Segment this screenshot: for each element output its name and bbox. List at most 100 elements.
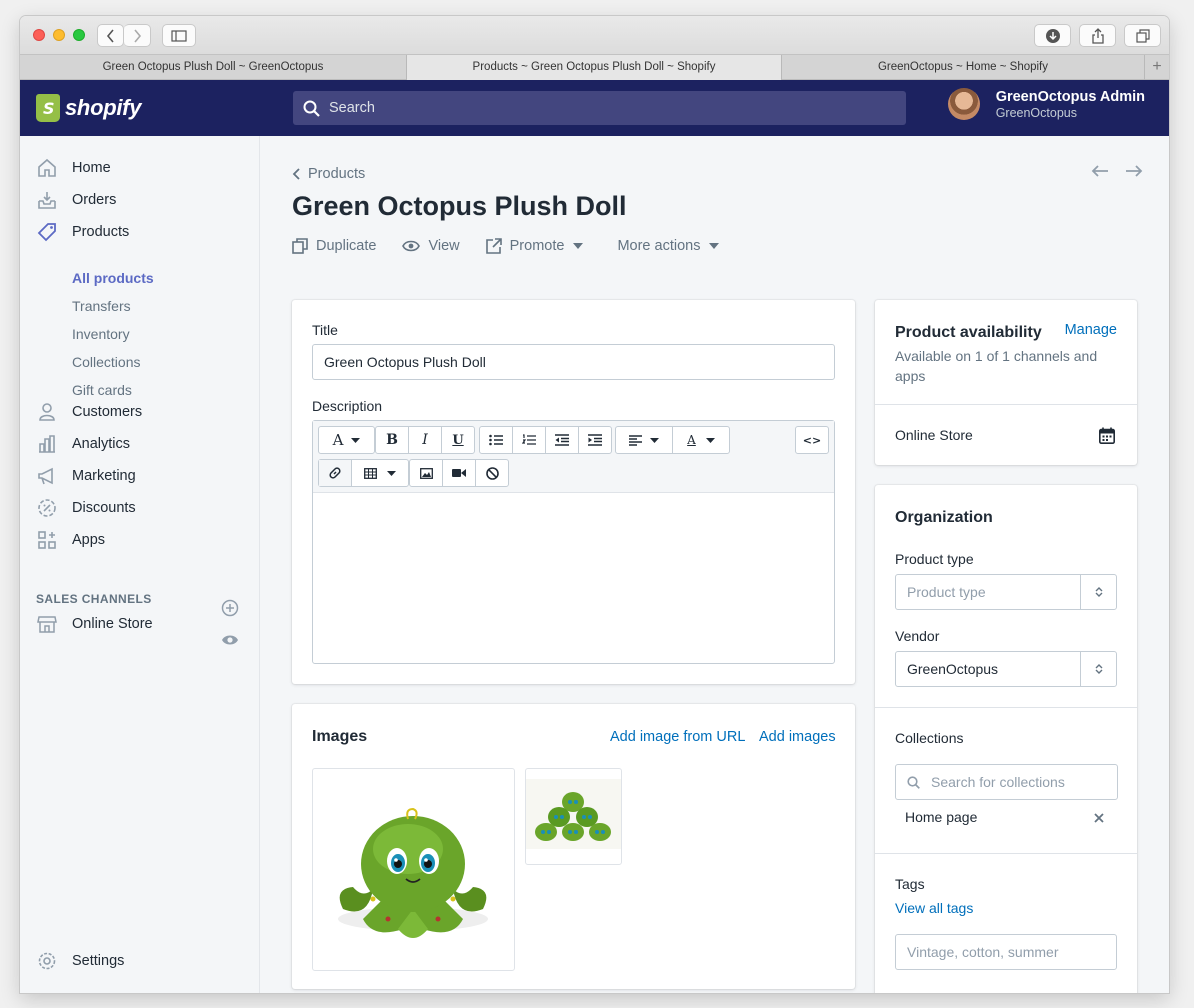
browser-tab[interactable]: GreenOctopus ~ Home ~ Shopify	[782, 55, 1145, 80]
browser-tab-active[interactable]: Products ~ Green Octopus Plush Doll ~ Sh…	[407, 55, 782, 80]
tab-label: Products ~ Green Octopus Plush Doll ~ Sh…	[472, 61, 716, 73]
sidebar-subitem-gift-cards[interactable]: Gift cards	[72, 382, 132, 398]
sales-channels-heading: SALES CHANNELS	[36, 592, 152, 606]
more-actions-button[interactable]: More actions	[617, 238, 727, 254]
add-image-from-url-link[interactable]: Add image from URL	[610, 729, 745, 745]
manage-availability-link[interactable]: Manage	[1065, 322, 1117, 338]
product-type-placeholder: Product type	[907, 584, 986, 600]
sidebar-item-label: Customers	[72, 404, 143, 420]
italic-button[interactable]: I	[409, 427, 442, 453]
share-button[interactable]	[1079, 24, 1116, 47]
add-images-link[interactable]: Add images	[759, 729, 836, 745]
sidebar-item-discounts[interactable]: Discounts	[36, 496, 136, 520]
sidebar-subitem-inventory[interactable]: Inventory	[72, 326, 130, 342]
images-card-title: Images	[312, 728, 368, 745]
insert-table-dropdown[interactable]	[352, 460, 408, 486]
apps-icon	[36, 529, 58, 551]
calendar-icon[interactable]	[1099, 427, 1115, 444]
product-availability-card: Product availability Manage Available on…	[875, 300, 1137, 465]
sidebar-item-label: Marketing	[72, 468, 136, 484]
new-tab-button[interactable]: +	[1145, 55, 1169, 79]
insert-image-button[interactable]	[410, 460, 443, 486]
tab-label: Green Octopus Plush Doll ~ GreenOctopus	[102, 61, 324, 73]
shopify-logo[interactable]: S shopify	[20, 80, 260, 136]
vendor-select[interactable]: GreenOctopus	[895, 651, 1117, 687]
title-bar	[20, 16, 1169, 54]
insert-video-button[interactable]	[443, 460, 476, 486]
remove-collection-icon[interactable]	[1094, 813, 1104, 823]
previous-product-arrow-icon[interactable]	[1091, 164, 1109, 178]
text-color-dropdown[interactable]: A	[673, 427, 729, 453]
sidebar-item-apps[interactable]: Apps	[36, 528, 105, 552]
numbered-list-button[interactable]	[513, 427, 546, 453]
sidebar-item-label: Analytics	[72, 436, 131, 452]
product-image-main[interactable]	[312, 768, 515, 971]
sidebar-subitem-transfers[interactable]: Transfers	[72, 298, 131, 314]
sidebar-item-customers[interactable]: Customers	[36, 400, 142, 424]
select-arrows-icon	[1080, 652, 1116, 686]
collections-label: Collections	[895, 730, 964, 746]
close-window-button[interactable]	[33, 29, 45, 41]
octopus-group-image	[526, 779, 621, 849]
outdent-button[interactable]	[546, 427, 579, 453]
downloads-button[interactable]	[1034, 24, 1071, 47]
underline-button[interactable]: U	[442, 427, 474, 453]
duplicate-button[interactable]: Duplicate	[292, 238, 376, 254]
zoom-window-button[interactable]	[73, 29, 85, 41]
back-button[interactable]	[97, 24, 124, 47]
sidebar-item-analytics[interactable]: Analytics	[36, 432, 130, 456]
view-all-tags-link[interactable]: View all tags	[895, 900, 973, 916]
sidebar-item-products[interactable]: Products	[36, 220, 129, 244]
logo-text: shopify	[65, 95, 142, 120]
font-format-dropdown[interactable]: A	[319, 427, 374, 453]
collection-chip-label: Home page	[905, 809, 978, 825]
align-dropdown[interactable]	[616, 427, 673, 453]
shopify-bag-icon: S	[36, 94, 60, 122]
divider	[875, 404, 1137, 405]
channel-online-store: Online Store	[895, 427, 973, 443]
add-channel-icon[interactable]	[221, 599, 239, 617]
description-text-area[interactable]	[313, 493, 834, 663]
sidebar-item-marketing[interactable]: Marketing	[36, 464, 136, 488]
minimize-window-button[interactable]	[53, 29, 65, 41]
show-tabs-button[interactable]	[1124, 24, 1161, 47]
promote-button[interactable]: Promote	[485, 238, 592, 254]
browser-tab[interactable]: Green Octopus Plush Doll ~ GreenOctopus	[20, 55, 407, 80]
font-group: A	[318, 426, 375, 454]
product-type-select[interactable]: Product type	[895, 574, 1117, 610]
show-html-button[interactable]: <>	[796, 427, 828, 453]
bullet-list-button[interactable]	[480, 427, 513, 453]
bold-button[interactable]: B	[376, 427, 409, 453]
search-input[interactable]: Search	[293, 91, 906, 125]
sidebar-subitem-all-products[interactable]: All products	[72, 270, 154, 286]
tags-input[interactable]: Vintage, cotton, summer	[895, 934, 1117, 970]
collection-chip: Home page	[895, 807, 1118, 831]
product-image-thumbnail[interactable]	[525, 768, 622, 865]
title-input[interactable]: Green Octopus Plush Doll	[312, 344, 835, 380]
view-button[interactable]: View	[402, 238, 460, 254]
insert-link-button[interactable]	[319, 460, 352, 486]
sidebar-subitem-collections[interactable]: Collections	[72, 354, 140, 370]
sidebar-item-online-store[interactable]: Online Store	[36, 612, 153, 636]
view-store-eye-icon[interactable]	[221, 633, 239, 647]
sidebar-item-settings[interactable]: Settings	[36, 949, 124, 973]
forward-button[interactable]	[124, 24, 151, 47]
sidebar-item-home[interactable]: Home	[36, 156, 111, 180]
indent-button[interactable]	[579, 427, 611, 453]
list-group	[479, 426, 612, 454]
octopus-plush-image	[338, 807, 488, 938]
duplicate-icon	[292, 238, 308, 254]
clear-formatting-button[interactable]	[476, 460, 508, 486]
availability-summary: Available on 1 of 1 channels and apps	[895, 348, 1098, 384]
user-menu[interactable]: GreenOctopus Admin GreenOctopus	[947, 88, 1145, 120]
collections-search-input[interactable]: Search for collections	[895, 764, 1118, 800]
sidebar-item-label: Discounts	[72, 500, 136, 516]
sidebar-item-orders[interactable]: Orders	[36, 188, 116, 212]
next-product-arrow-icon[interactable]	[1125, 164, 1143, 178]
discount-icon	[36, 497, 58, 519]
vendor-label: Vendor	[895, 628, 940, 644]
caret-down-icon	[650, 437, 659, 443]
sidebar-toggle-button[interactable]	[162, 24, 196, 47]
breadcrumb[interactable]: Products	[292, 166, 365, 182]
user-shop: GreenOctopus	[995, 105, 1077, 120]
